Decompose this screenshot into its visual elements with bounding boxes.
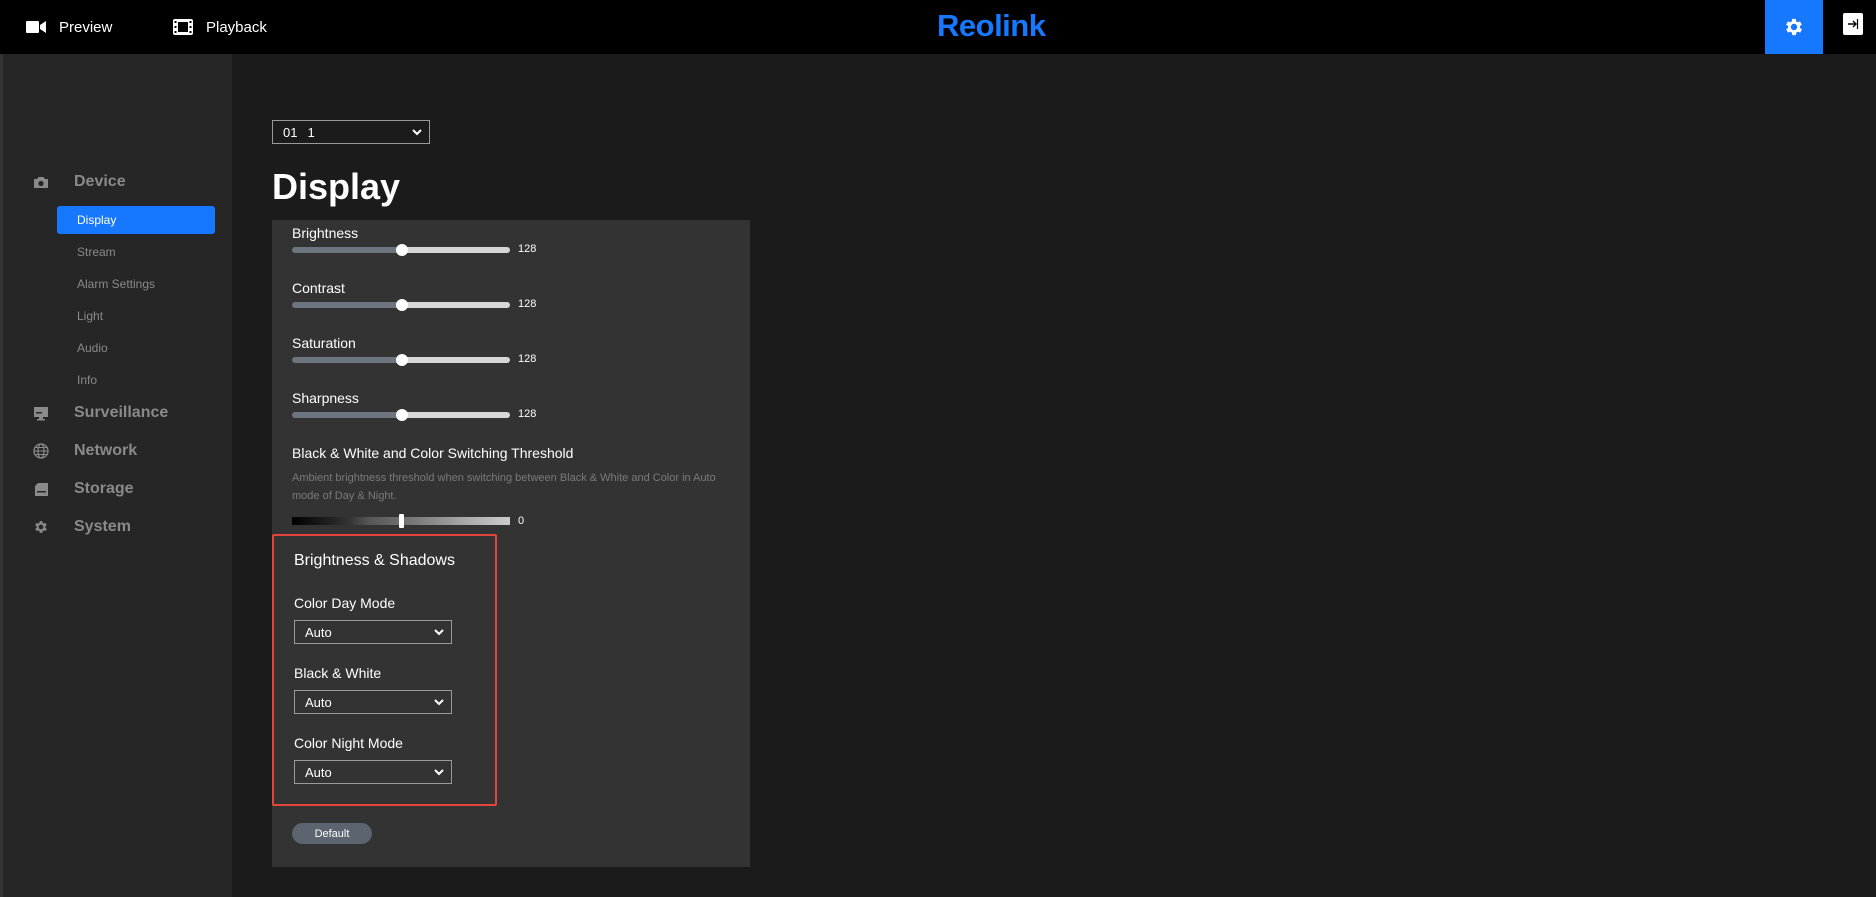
sharpness-label: Sharpness <box>292 390 359 406</box>
black-white-label: Black & White <box>294 665 382 681</box>
chevron-down-icon <box>434 699 444 706</box>
logout-button[interactable] <box>1843 13 1863 35</box>
sidebar: Device Display Stream Alarm Settings Lig… <box>0 54 232 897</box>
slider-handle[interactable] <box>396 354 408 366</box>
chevron-down-icon <box>434 769 444 776</box>
sidebar-group-network[interactable]: Network <box>33 439 137 463</box>
logout-icon <box>1848 19 1859 29</box>
globe-icon <box>33 443 49 459</box>
threshold-value: 0 <box>518 515 525 527</box>
chevron-down-icon <box>434 629 444 636</box>
sidebar-item-alarm-settings[interactable]: Alarm Settings <box>57 270 215 298</box>
saturation-value: 128 <box>518 353 537 365</box>
sidebar-group-label: Device <box>74 173 126 190</box>
monitor-icon <box>33 405 49 421</box>
video-camera-icon <box>26 21 46 33</box>
sharpness-value: 128 <box>518 408 537 420</box>
sidebar-group-label: Surveillance <box>74 404 169 421</box>
sidebar-group-label: Storage <box>74 480 134 497</box>
channel-select[interactable]: 01 1 <box>272 120 430 144</box>
slider-handle[interactable] <box>399 514 404 528</box>
brightness-value: 128 <box>518 243 537 255</box>
saturation-slider[interactable] <box>292 354 510 366</box>
black-white-select[interactable]: Auto <box>294 690 452 714</box>
chevron-down-icon <box>412 129 422 136</box>
page-title: Display <box>272 166 401 207</box>
sidebar-item-light[interactable]: Light <box>57 302 215 330</box>
sidebar-group-device[interactable]: Device <box>33 170 126 194</box>
color-day-mode-select[interactable]: Auto <box>294 620 452 644</box>
playback-label: Playback <box>206 18 267 36</box>
color-night-mode-label: Color Night Mode <box>294 735 403 751</box>
camera-icon <box>33 174 49 190</box>
slider-handle[interactable] <box>396 244 408 256</box>
select-value: Auto <box>305 764 332 780</box>
sidebar-group-label: Network <box>74 442 138 459</box>
sidebar-item-audio[interactable]: Audio <box>57 334 215 362</box>
slider-handle[interactable] <box>396 299 408 311</box>
gear-icon <box>33 519 49 535</box>
sidebar-group-system[interactable]: System <box>33 515 131 539</box>
storage-icon <box>33 481 49 497</box>
sidebar-group-surveillance[interactable]: Surveillance <box>33 401 168 425</box>
channel-name: 1 <box>307 124 315 140</box>
threshold-label: Black & White and Color Switching Thresh… <box>292 445 574 461</box>
select-value: Auto <box>305 624 332 640</box>
section-title: Brightness & Shadows <box>294 552 455 569</box>
saturation-label: Saturation <box>292 335 356 351</box>
contrast-value: 128 <box>518 298 537 310</box>
contrast-label: Contrast <box>292 280 345 296</box>
select-value: Auto <box>305 694 332 710</box>
sidebar-item-display[interactable]: Display <box>57 206 215 234</box>
top-bar: Preview Playback Reolink <box>0 0 1876 54</box>
playback-tab[interactable]: Playback <box>173 0 267 54</box>
brightness-shadows-section: Brightness & Shadows Color Day Mode Auto… <box>272 534 497 806</box>
color-day-mode-label: Color Day Mode <box>294 595 396 611</box>
color-night-mode-select[interactable]: Auto <box>294 760 452 784</box>
sidebar-group-storage[interactable]: Storage <box>33 477 134 501</box>
threshold-slider[interactable] <box>292 514 510 528</box>
sharpness-slider[interactable] <box>292 409 510 421</box>
settings-button[interactable] <box>1765 0 1823 54</box>
reolink-logo: Reolink <box>937 8 1046 43</box>
preview-label: Preview <box>59 18 113 36</box>
brightness-slider[interactable] <box>292 244 510 256</box>
sidebar-group-label: System <box>74 518 131 535</box>
brightness-label: Brightness <box>292 225 359 241</box>
display-settings-panel: Brightness 128 Contrast 128 Saturation 1… <box>272 220 750 867</box>
film-icon <box>173 19 193 35</box>
contrast-slider[interactable] <box>292 299 510 311</box>
gear-icon <box>1786 18 1802 36</box>
channel-number: 01 <box>283 124 298 140</box>
sidebar-item-info[interactable]: Info <box>57 366 215 394</box>
preview-tab[interactable]: Preview <box>26 0 112 54</box>
sidebar-item-stream[interactable]: Stream <box>57 238 215 266</box>
slider-handle[interactable] <box>396 409 408 421</box>
default-button[interactable]: Default <box>292 823 372 844</box>
threshold-description: Ambient brightness threshold when switch… <box>292 472 716 502</box>
